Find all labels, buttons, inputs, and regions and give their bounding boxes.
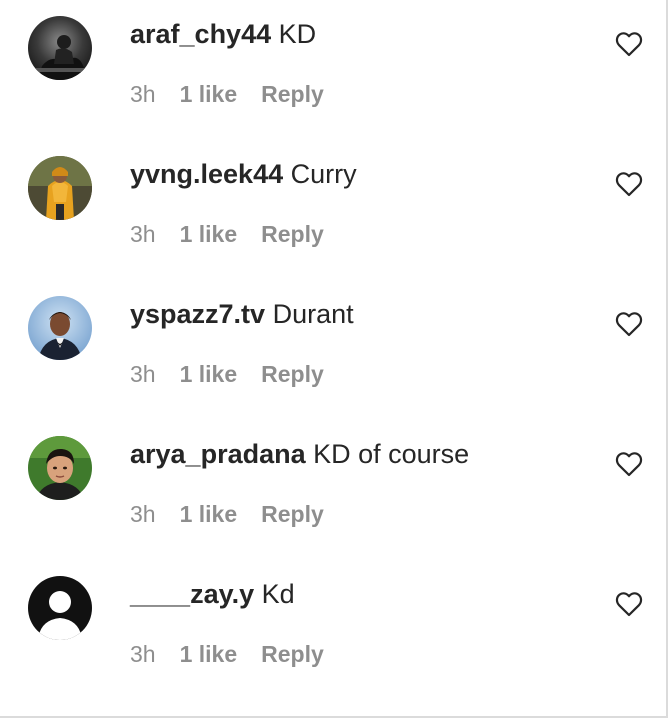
avatar-portrait-blue-photo-icon[interactable] bbox=[28, 296, 92, 360]
comment-text: Kd bbox=[261, 579, 295, 609]
comment-text: Curry bbox=[290, 159, 357, 189]
timestamp[interactable]: 3h bbox=[130, 500, 156, 528]
comment-line: yspazz7.tv Durant bbox=[130, 298, 354, 330]
timestamp[interactable]: 3h bbox=[130, 640, 156, 668]
likes-count-button[interactable]: 1 like bbox=[180, 360, 238, 388]
username-link[interactable]: yspazz7.tv bbox=[130, 299, 265, 329]
username-link[interactable]: ____zay.y bbox=[130, 579, 254, 609]
likes-count-button[interactable]: 1 like bbox=[180, 220, 238, 248]
reply-button[interactable]: Reply bbox=[261, 360, 324, 388]
reply-button[interactable]: Reply bbox=[261, 80, 324, 108]
comment-item: arya_pradana KD of course 3h 1 like Reply bbox=[0, 420, 666, 560]
timestamp[interactable]: 3h bbox=[130, 360, 156, 388]
comment-text: Durant bbox=[272, 299, 354, 329]
likes-count-button[interactable]: 1 like bbox=[180, 500, 238, 528]
timestamp[interactable]: 3h bbox=[130, 80, 156, 108]
comment-line: arya_pradana KD of course bbox=[130, 438, 469, 470]
comment-item: yspazz7.tv Durant 3h 1 like Reply bbox=[0, 280, 666, 420]
likes-count-button[interactable]: 1 like bbox=[180, 80, 238, 108]
default-user-avatar-icon[interactable] bbox=[28, 576, 92, 640]
username-link[interactable]: yvng.leek44 bbox=[130, 159, 283, 189]
comment-text: KD bbox=[278, 19, 317, 49]
heart-outline-icon[interactable] bbox=[615, 591, 643, 617]
likes-count-button[interactable]: 1 like bbox=[180, 640, 238, 668]
username-link[interactable]: araf_chy44 bbox=[130, 19, 271, 49]
comment-item: araf_chy44 KD 3h 1 like Reply bbox=[0, 0, 666, 140]
heart-outline-icon[interactable] bbox=[615, 311, 643, 337]
comment-meta: 3h 1 like Reply bbox=[130, 80, 324, 108]
reply-button[interactable]: Reply bbox=[261, 500, 324, 528]
comment-item: ____zay.y Kd 3h 1 like Reply bbox=[0, 560, 666, 700]
avatar-dark-photo-icon[interactable] bbox=[28, 16, 92, 80]
avatar-yellow-jacket-photo-icon[interactable] bbox=[28, 156, 92, 220]
comment-text: KD of course bbox=[313, 439, 470, 469]
heart-outline-icon[interactable] bbox=[615, 171, 643, 197]
comment-line: ____zay.y Kd bbox=[130, 578, 295, 610]
username-link[interactable]: arya_pradana bbox=[130, 439, 306, 469]
heart-outline-icon[interactable] bbox=[615, 31, 643, 57]
timestamp[interactable]: 3h bbox=[130, 220, 156, 248]
comment-meta: 3h 1 like Reply bbox=[130, 640, 324, 668]
reply-button[interactable]: Reply bbox=[261, 640, 324, 668]
comment-meta: 3h 1 like Reply bbox=[130, 360, 324, 388]
comment-line: araf_chy44 KD bbox=[130, 18, 316, 50]
avatar-portrait-green-photo-icon[interactable] bbox=[28, 436, 92, 500]
heart-outline-icon[interactable] bbox=[615, 451, 643, 477]
comment-meta: 3h 1 like Reply bbox=[130, 220, 324, 248]
comment-meta: 3h 1 like Reply bbox=[130, 500, 324, 528]
comment-item: yvng.leek44 Curry 3h 1 like Reply bbox=[0, 140, 666, 280]
comment-line: yvng.leek44 Curry bbox=[130, 158, 357, 190]
reply-button[interactable]: Reply bbox=[261, 220, 324, 248]
comments-panel: araf_chy44 KD 3h 1 like Reply yvng.leek44 bbox=[0, 0, 668, 718]
